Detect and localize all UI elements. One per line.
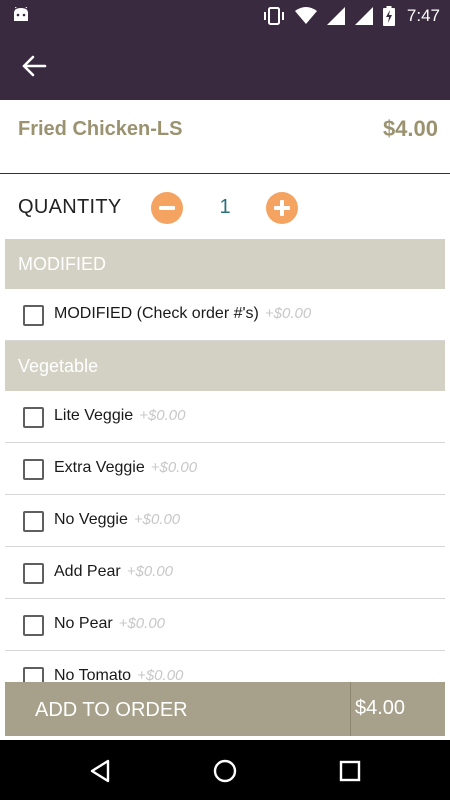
vibrate-icon: [263, 7, 284, 25]
system-nav-bar: [0, 740, 450, 800]
status-time: 7:47: [406, 6, 440, 25]
option-label: Add Pear: [54, 563, 121, 580]
checkbox[interactable]: [23, 305, 44, 326]
order-total: $4.00: [355, 697, 406, 719]
quantity-value: 1: [219, 196, 231, 218]
checkbox[interactable]: [23, 667, 44, 682]
checkbox[interactable]: [23, 459, 44, 480]
increase-quantity-button[interactable]: [266, 192, 298, 224]
add-to-order-button[interactable]: ADD TO ORDER $4.00: [5, 682, 445, 736]
android-icon: [14, 7, 28, 21]
nav-recents-icon[interactable]: [337, 758, 363, 784]
option-row[interactable]: MODIFIED (Check order #'s) +$0.00: [5, 289, 445, 341]
option-price: +$0.00: [118, 615, 165, 632]
option-label: Extra Veggie: [54, 459, 145, 476]
option-price: +$0.00: [137, 667, 184, 682]
minus-icon: [159, 206, 175, 210]
item-price: $4.00: [382, 116, 438, 141]
option-label: No Tomato: [54, 667, 132, 682]
checkbox[interactable]: [23, 615, 44, 636]
option-row[interactable]: No Pear +$0.00: [5, 599, 445, 651]
checkbox[interactable]: [23, 511, 44, 532]
option-label: Lite Veggie: [54, 407, 134, 424]
option-price: +$0.00: [264, 305, 312, 322]
divider: [350, 682, 351, 736]
option-row[interactable]: Extra Veggie +$0.00: [5, 443, 445, 495]
item-name: Fried Chicken-LS: [18, 118, 183, 140]
option-row[interactable]: Lite Veggie +$0.00: [5, 391, 445, 443]
option-price: +$0.00: [139, 407, 186, 424]
app-bar: [0, 32, 450, 100]
option-price: +$0.00: [126, 563, 174, 580]
option-row[interactable]: No Tomato +$0.00: [5, 651, 445, 682]
add-to-order-label: ADD TO ORDER: [35, 699, 188, 721]
signal-icon: [354, 7, 373, 25]
nav-back-icon[interactable]: [88, 758, 114, 784]
section-header-modified: MODIFIED: [5, 239, 445, 289]
battery-charging-icon: [382, 6, 395, 26]
signal-icon: [326, 7, 345, 25]
checkbox[interactable]: [23, 563, 44, 584]
status-bar: 7:47: [0, 0, 450, 32]
option-row[interactable]: No Veggie +$0.00: [5, 495, 445, 547]
checkbox[interactable]: [23, 407, 44, 428]
modifier-list[interactable]: MODIFIED MODIFIED (Check order #'s) +$0.0…: [5, 239, 445, 682]
option-price: +$0.00: [150, 459, 198, 476]
nav-home-icon[interactable]: [212, 758, 238, 784]
section-header-vegetable: Vegetable: [5, 341, 445, 391]
item-header: Fried Chicken-LS $4.00: [0, 100, 450, 174]
option-label: No Veggie: [54, 511, 128, 528]
option-label: MODIFIED (Check order #'s): [54, 305, 259, 322]
decrease-quantity-button[interactable]: [151, 192, 183, 224]
option-label: No Pear: [54, 615, 113, 632]
arrow-back-icon[interactable]: [18, 50, 52, 82]
quantity-row: QUANTITY 1: [0, 178, 450, 238]
option-row[interactable]: Add Pear +$0.00: [5, 547, 445, 599]
option-price: +$0.00: [133, 511, 181, 528]
wifi-icon: [294, 7, 317, 24]
quantity-label: QUANTITY: [18, 196, 122, 218]
